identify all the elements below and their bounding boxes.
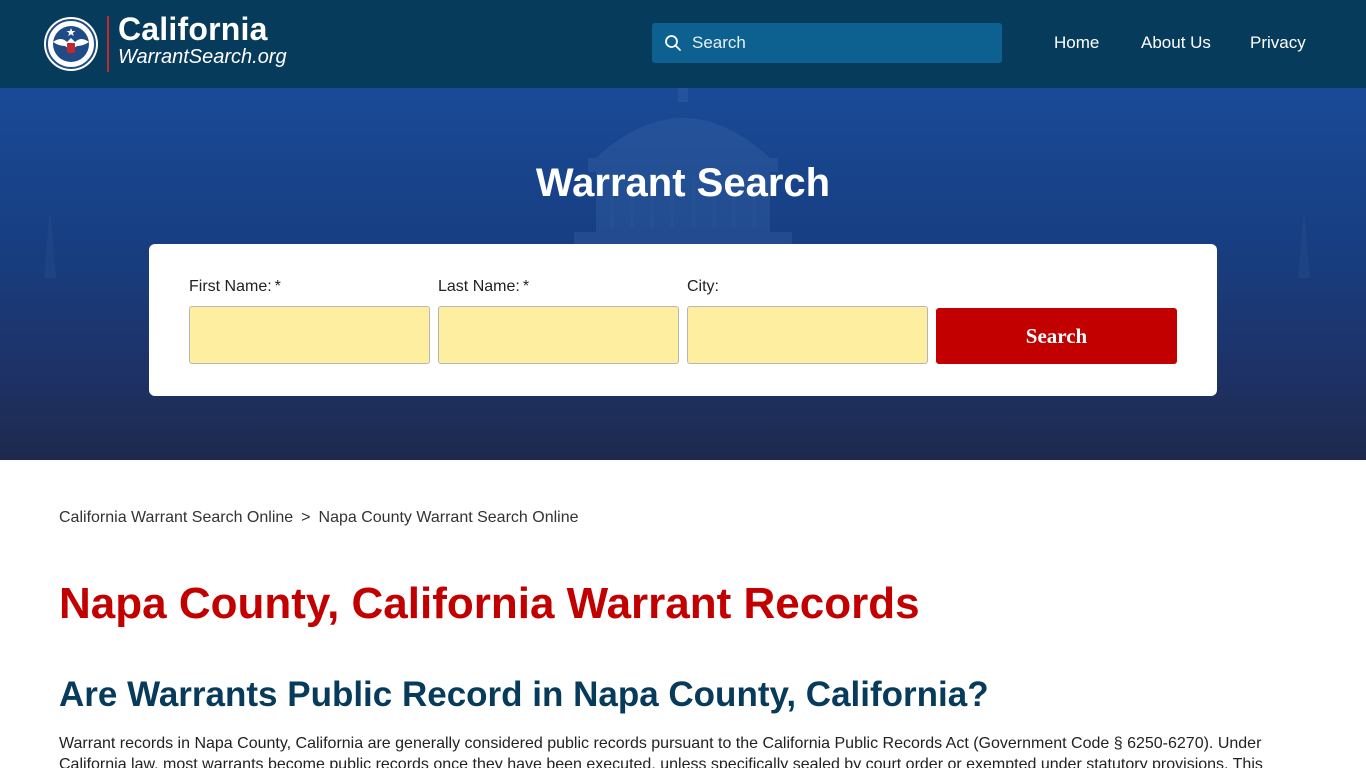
first-name-label: First Name: *	[189, 278, 281, 295]
site-header: California WarrantSearch.org Home About …	[0, 0, 1366, 88]
breadcrumb-item-napa[interactable]: Napa County Warrant Search Online	[319, 509, 579, 526]
brand-name[interactable]: California	[118, 11, 268, 47]
last-name-field[interactable]	[438, 306, 679, 364]
site-search	[652, 23, 1002, 63]
breadcrumb-item-california[interactable]: California Warrant Search Online	[59, 509, 293, 526]
intro-paragraph: Warrant records in Napa County, Californ…	[59, 735, 1263, 768]
city-label: City:	[687, 278, 719, 295]
page-title: Napa County, California Warrant Records	[59, 579, 920, 628]
search-icon[interactable]	[664, 34, 682, 52]
city-field[interactable]	[687, 306, 928, 364]
eagle-badge-icon[interactable]	[43, 16, 99, 72]
breadcrumb: California Warrant Search Online > Napa Co…	[59, 509, 579, 527]
site-search-input[interactable]	[692, 23, 992, 63]
logo-divider	[107, 16, 109, 72]
section-heading: Are Warrants Public Record in Napa Count…	[59, 675, 989, 714]
warrant-search-form: First Name: * Last Name: * City: Search	[149, 244, 1217, 396]
breadcrumb-separator: >	[301, 509, 311, 526]
last-name-label: Last Name: *	[438, 278, 530, 295]
nav-privacy[interactable]: Privacy	[1250, 33, 1306, 53]
first-name-field[interactable]	[189, 306, 430, 364]
nav-about-us[interactable]: About Us	[1141, 33, 1211, 53]
search-submit-button[interactable]: Search	[936, 308, 1177, 364]
hero-title: Warrant Search	[535, 161, 831, 205]
brand-domain[interactable]: WarrantSearch.org	[118, 45, 287, 69]
nav-home[interactable]: Home	[1054, 33, 1099, 53]
hero-banner: Warrant Search First Name: * Last Name: * …	[0, 88, 1366, 460]
